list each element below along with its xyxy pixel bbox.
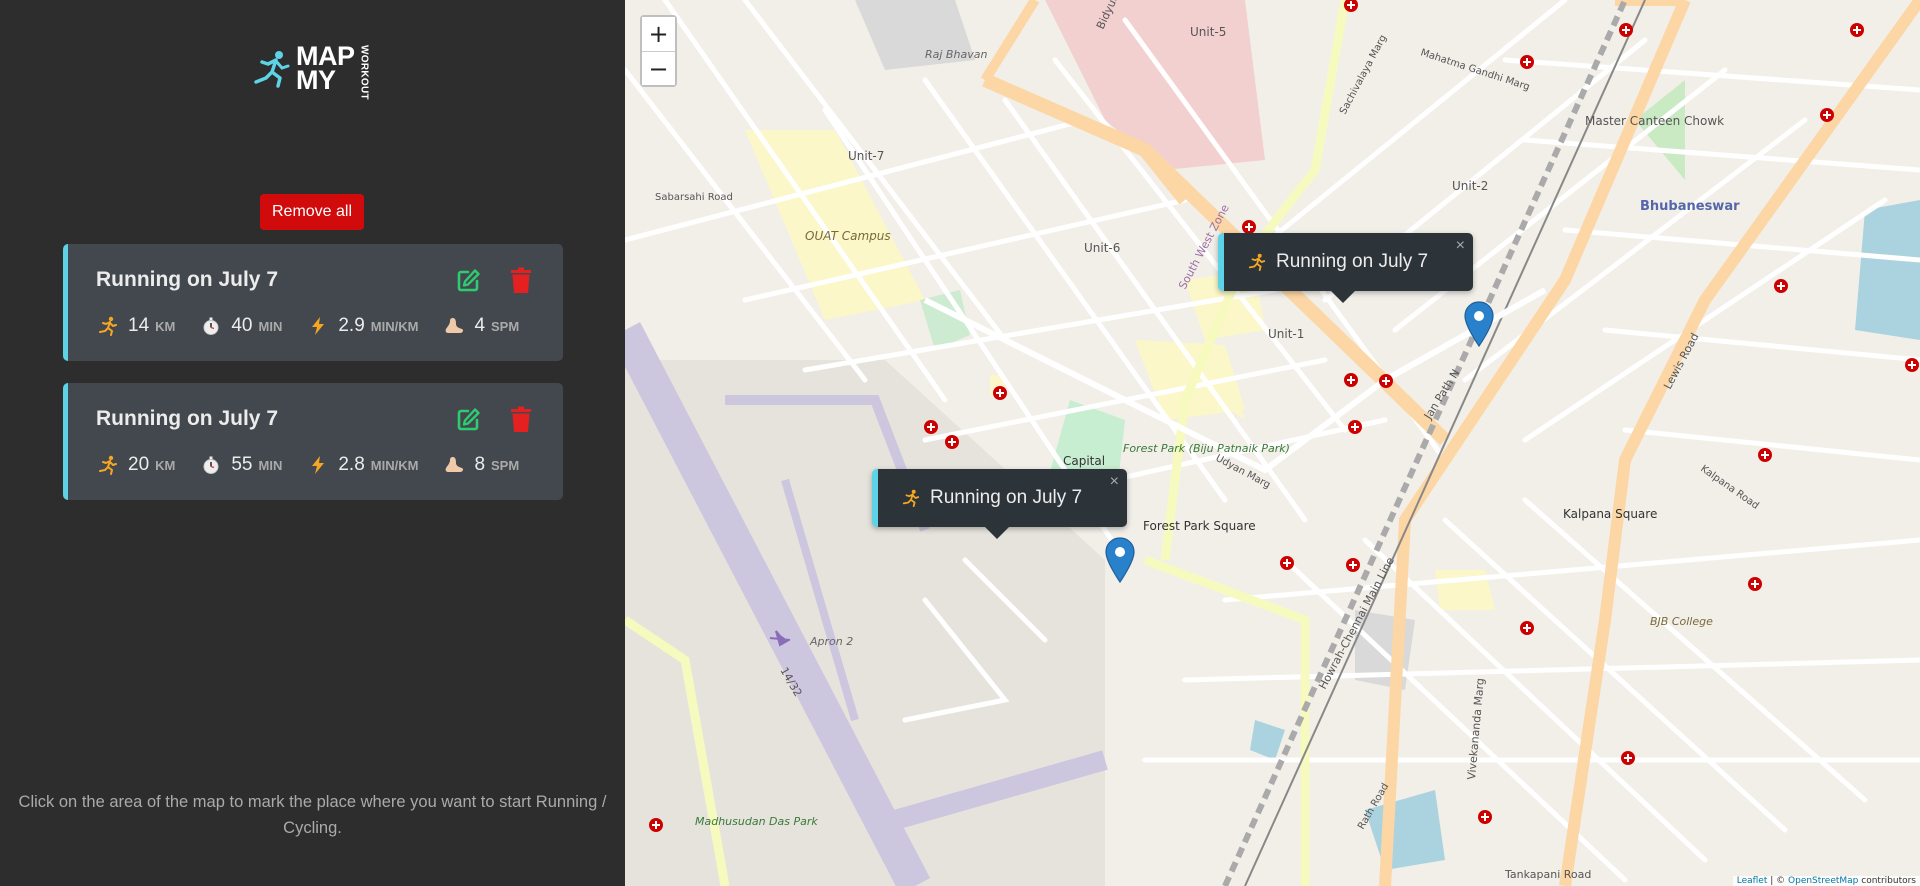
map-label: Capital — [1063, 454, 1105, 468]
distance-unit: KM — [155, 319, 176, 334]
map-label: Tankapani Road — [1504, 868, 1591, 881]
popup-label: Running on July 7 — [1276, 251, 1429, 272]
distance-unit: KM — [155, 458, 176, 473]
stopwatch-icon — [203, 456, 219, 474]
duration-value: 55 — [231, 454, 253, 475]
workout-card[interactable]: Running on July 7 20 KM 55 MIN 2.8 MIN/K… — [63, 383, 563, 500]
logo: MAP MY WORKOUT — [252, 43, 370, 100]
map-attribution: Leaflet | © OpenStreetMap contributors — [1732, 876, 1920, 886]
workout-popup[interactable]: Running on July 7 × — [872, 469, 1127, 539]
cadence-stat: 8 SPM — [444, 454, 519, 476]
map-label: Bhubaneswar — [1640, 199, 1740, 214]
zoom-control: + − — [640, 15, 677, 87]
map-marker-icon[interactable] — [1105, 537, 1135, 583]
distance-stat: 20 KM — [98, 454, 175, 476]
runner-logo-icon — [254, 51, 290, 88]
attribution-separator: | © — [1767, 876, 1789, 886]
osm-link[interactable]: OpenStreetMap — [1788, 876, 1858, 886]
logo-side-text: WORKOUT — [358, 45, 370, 100]
close-icon[interactable]: × — [1456, 237, 1465, 255]
map-label: Apron 2 — [809, 635, 853, 648]
edit-icon[interactable] — [455, 407, 481, 433]
pace-stat: 2.8 MIN/KM — [308, 454, 418, 476]
pace-stat: 2.9 MIN/KM — [308, 315, 418, 337]
distance-stat: 14 KM — [98, 315, 175, 337]
workout-stats: 20 KM 55 MIN 2.8 MIN/KM 8 SPM — [98, 454, 545, 476]
workout-card[interactable]: Running on July 7 14 KM 40 MIN 2.9 MIN/K… — [63, 244, 563, 361]
map[interactable]: Raj Bhavan Unit-5 Unit-7 Unit-6 Unit-1 U… — [625, 0, 1920, 886]
distance-value: 20 — [128, 454, 150, 475]
lightning-icon — [312, 317, 325, 335]
map-label: Kalpana Square — [1563, 507, 1657, 521]
delete-icon[interactable] — [510, 406, 532, 433]
app-root: MAP MY WORKOUT Remove all Running on Jul… — [0, 0, 1920, 886]
distance-value: 14 — [128, 315, 150, 336]
map-label: Master Canteen Chowk — [1585, 114, 1724, 128]
map-label: Sabarsahi Road — [655, 192, 733, 203]
map-label: Unit-2 — [1452, 179, 1488, 193]
duration-unit: MIN — [258, 458, 283, 473]
logo-line2: MY — [296, 65, 336, 95]
map-label: Unit-7 — [848, 149, 884, 163]
duration-stat: 55 MIN — [201, 454, 282, 476]
map-label: Raj Bhavan — [925, 48, 987, 61]
duration-value: 40 — [231, 315, 253, 336]
remove-all-button[interactable]: Remove all — [260, 194, 364, 230]
map-marker-icon[interactable] — [1464, 301, 1494, 347]
pace-value: 2.8 — [338, 454, 365, 475]
workout-title: Running on July 7 — [96, 268, 278, 291]
workout-popup[interactable]: Running on July 7 × — [1218, 233, 1473, 303]
popup-tip — [1331, 291, 1355, 303]
cadence-unit: SPM — [491, 458, 520, 473]
duration-unit: MIN — [258, 319, 283, 334]
sidebar: MAP MY WORKOUT Remove all Running on Jul… — [0, 0, 625, 886]
map-label: Unit-1 — [1268, 327, 1304, 341]
instruction-text: Click on the area of the map to mark the… — [18, 793, 607, 837]
cadence-unit: SPM — [491, 319, 520, 334]
popup-tip — [985, 527, 1009, 539]
map-tiles[interactable]: Raj Bhavan Unit-5 Unit-7 Unit-6 Unit-1 U… — [625, 0, 1920, 886]
foot-icon — [446, 318, 464, 333]
pace-value: 2.9 — [338, 315, 365, 336]
workout-title: Running on July 7 — [96, 407, 278, 430]
zoom-out-button[interactable]: − — [642, 51, 675, 85]
zoom-in-button[interactable]: + — [642, 17, 675, 51]
lightning-icon — [312, 456, 325, 474]
workout-stats: 14 KM 40 MIN 2.9 MIN/KM 4 SPM — [98, 315, 545, 337]
map-label: Unit-5 — [1190, 25, 1226, 39]
popup-label: Running on July 7 — [930, 487, 1083, 508]
map-label: BJB College — [1650, 615, 1713, 628]
cadence-stat: 4 SPM — [444, 315, 519, 337]
map-label: Forest Park (Biju Patnaik Park) — [1123, 442, 1290, 455]
leaflet-link[interactable]: Leaflet — [1737, 876, 1768, 886]
map-label: OUAT Campus — [805, 229, 891, 243]
edit-icon[interactable] — [455, 268, 481, 294]
foot-icon — [446, 457, 464, 472]
duration-stat: 40 MIN — [201, 315, 282, 337]
logo-text: MAP MY — [296, 43, 355, 95]
delete-icon[interactable] — [510, 267, 532, 294]
pace-unit: MIN/KM — [370, 319, 419, 334]
cadence-value: 4 — [474, 315, 486, 336]
pace-unit: MIN/KM — [370, 458, 419, 473]
runner-icon — [99, 316, 117, 336]
runner-icon — [902, 489, 920, 507]
close-icon[interactable]: × — [1110, 473, 1119, 491]
map-label: Unit-6 — [1084, 241, 1120, 255]
runner-icon — [1248, 253, 1266, 271]
map-label: Forest Park Square — [1143, 519, 1256, 533]
map-label: Madhusudan Das Park — [695, 815, 818, 828]
runner-icon — [99, 455, 117, 475]
attribution-contributors: contributors — [1858, 876, 1916, 886]
stopwatch-icon — [203, 317, 219, 335]
cadence-value: 8 — [474, 454, 486, 475]
